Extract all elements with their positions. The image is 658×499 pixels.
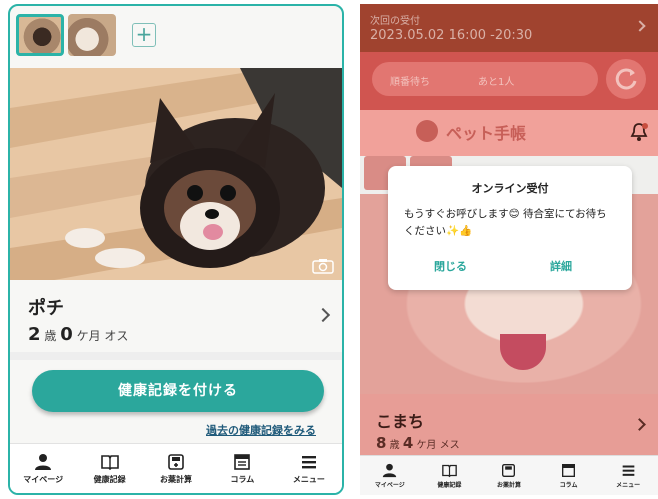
online-reception-dialog: オンライン受付 もうすぐお呼びします😊 待合室にてお待ちください✨👍 閉じる 詳… [388, 166, 632, 290]
dialog-message: もうすぐお呼びします😊 待合室にてお待ちください✨👍 [404, 208, 607, 237]
section-divider [10, 352, 342, 360]
pet-age: 2 歳 0 ケ月 オス [28, 324, 129, 345]
app-title: ペット手帳 [446, 124, 527, 143]
queue-status-pill: 順番待ち あと1人 [372, 62, 598, 96]
dialog-title: オンライン受付 [471, 182, 549, 195]
chevron-right-icon [633, 418, 646, 431]
column-icon [234, 453, 251, 470]
menu-icon [622, 465, 635, 476]
reception-title: 次回の受付 [370, 16, 420, 27]
person-icon [383, 463, 397, 477]
tab-health-record[interactable]: 健康記録 [420, 456, 480, 495]
pet-profile-card[interactable]: こまち 8 歳 4 ケ月 メス [360, 394, 658, 456]
app-header: ペット手帳 [360, 110, 658, 156]
calculator-icon [502, 463, 516, 477]
book-icon [442, 464, 457, 477]
waiting-label: 順番待ち [390, 77, 430, 88]
menu-icon [301, 455, 316, 468]
book-icon [100, 454, 119, 470]
paw-icon [416, 120, 438, 142]
pet-photo[interactable] [10, 68, 342, 280]
tab-health-record[interactable]: 健康記録 [76, 444, 142, 493]
bottom-tab-bar: マイページ 健康記録 お薬計算 コラム メニュー [10, 443, 342, 493]
pet-thumbnail-selected[interactable] [16, 14, 64, 56]
tab-medicine-calc[interactable]: お薬計算 [479, 456, 539, 495]
calculator-icon [168, 453, 184, 470]
online-reception-screen: 次回の受付 2023.05.02 16:00 -20:30 順番待ち あと1人 … [360, 4, 658, 495]
tab-column[interactable]: コラム [209, 444, 275, 493]
next-reception-banner[interactable]: 次回の受付 2023.05.02 16:00 -20:30 [360, 4, 658, 52]
person-icon [35, 453, 52, 470]
dog-photo-image [10, 68, 342, 280]
pet-age: 8 歳 4 ケ月 メス [376, 434, 460, 452]
tab-mypage[interactable]: マイページ [360, 456, 420, 495]
pet-thumbnail-strip: + [16, 14, 156, 56]
pet-profile-card[interactable]: ポチ 2 歳 0 ケ月 オス [10, 280, 342, 352]
past-health-records-link[interactable]: 過去の健康記録をみる [206, 422, 316, 438]
refresh-button[interactable] [606, 59, 646, 99]
queue-status-bar: 順番待ち あと1人 [360, 52, 658, 110]
column-icon [562, 463, 576, 477]
pet-notebook-screen: + ポチ 2 歳 0 ケ月 オス 健康記録を付ける 過去の健康記録をみる マイペ… [8, 4, 344, 495]
add-health-record-button[interactable]: 健康記録を付ける [32, 370, 324, 412]
refresh-icon [615, 68, 637, 90]
close-button[interactable]: 閉じる [434, 258, 467, 274]
pet-thumbnail[interactable] [68, 14, 116, 56]
reception-datetime: 2023.05.02 16:00 -20:30 [370, 28, 533, 43]
tab-mypage[interactable]: マイページ [10, 444, 76, 493]
pet-name: ポチ [28, 298, 64, 319]
pet-name: こまち [376, 412, 425, 431]
tab-menu[interactable]: メニュー [598, 456, 658, 495]
remaining-count: あと1人 [478, 77, 515, 88]
camera-icon[interactable] [312, 258, 334, 274]
tab-column[interactable]: コラム [539, 456, 599, 495]
bottom-tab-bar: マイページ 健康記録 お薬計算 コラム メニュー [360, 455, 658, 495]
chevron-right-icon [315, 307, 331, 323]
screenshot-canvas: + ポチ 2 歳 0 ケ月 オス 健康記録を付ける 過去の健康記録をみる マイペ… [0, 0, 658, 499]
tab-menu[interactable]: メニュー [276, 444, 342, 493]
chevron-right-icon [634, 20, 646, 32]
tab-medicine-calc[interactable]: お薬計算 [143, 444, 209, 493]
detail-button[interactable]: 詳細 [550, 258, 572, 274]
add-pet-button[interactable]: + [132, 23, 156, 47]
bell-icon[interactable] [630, 122, 648, 142]
